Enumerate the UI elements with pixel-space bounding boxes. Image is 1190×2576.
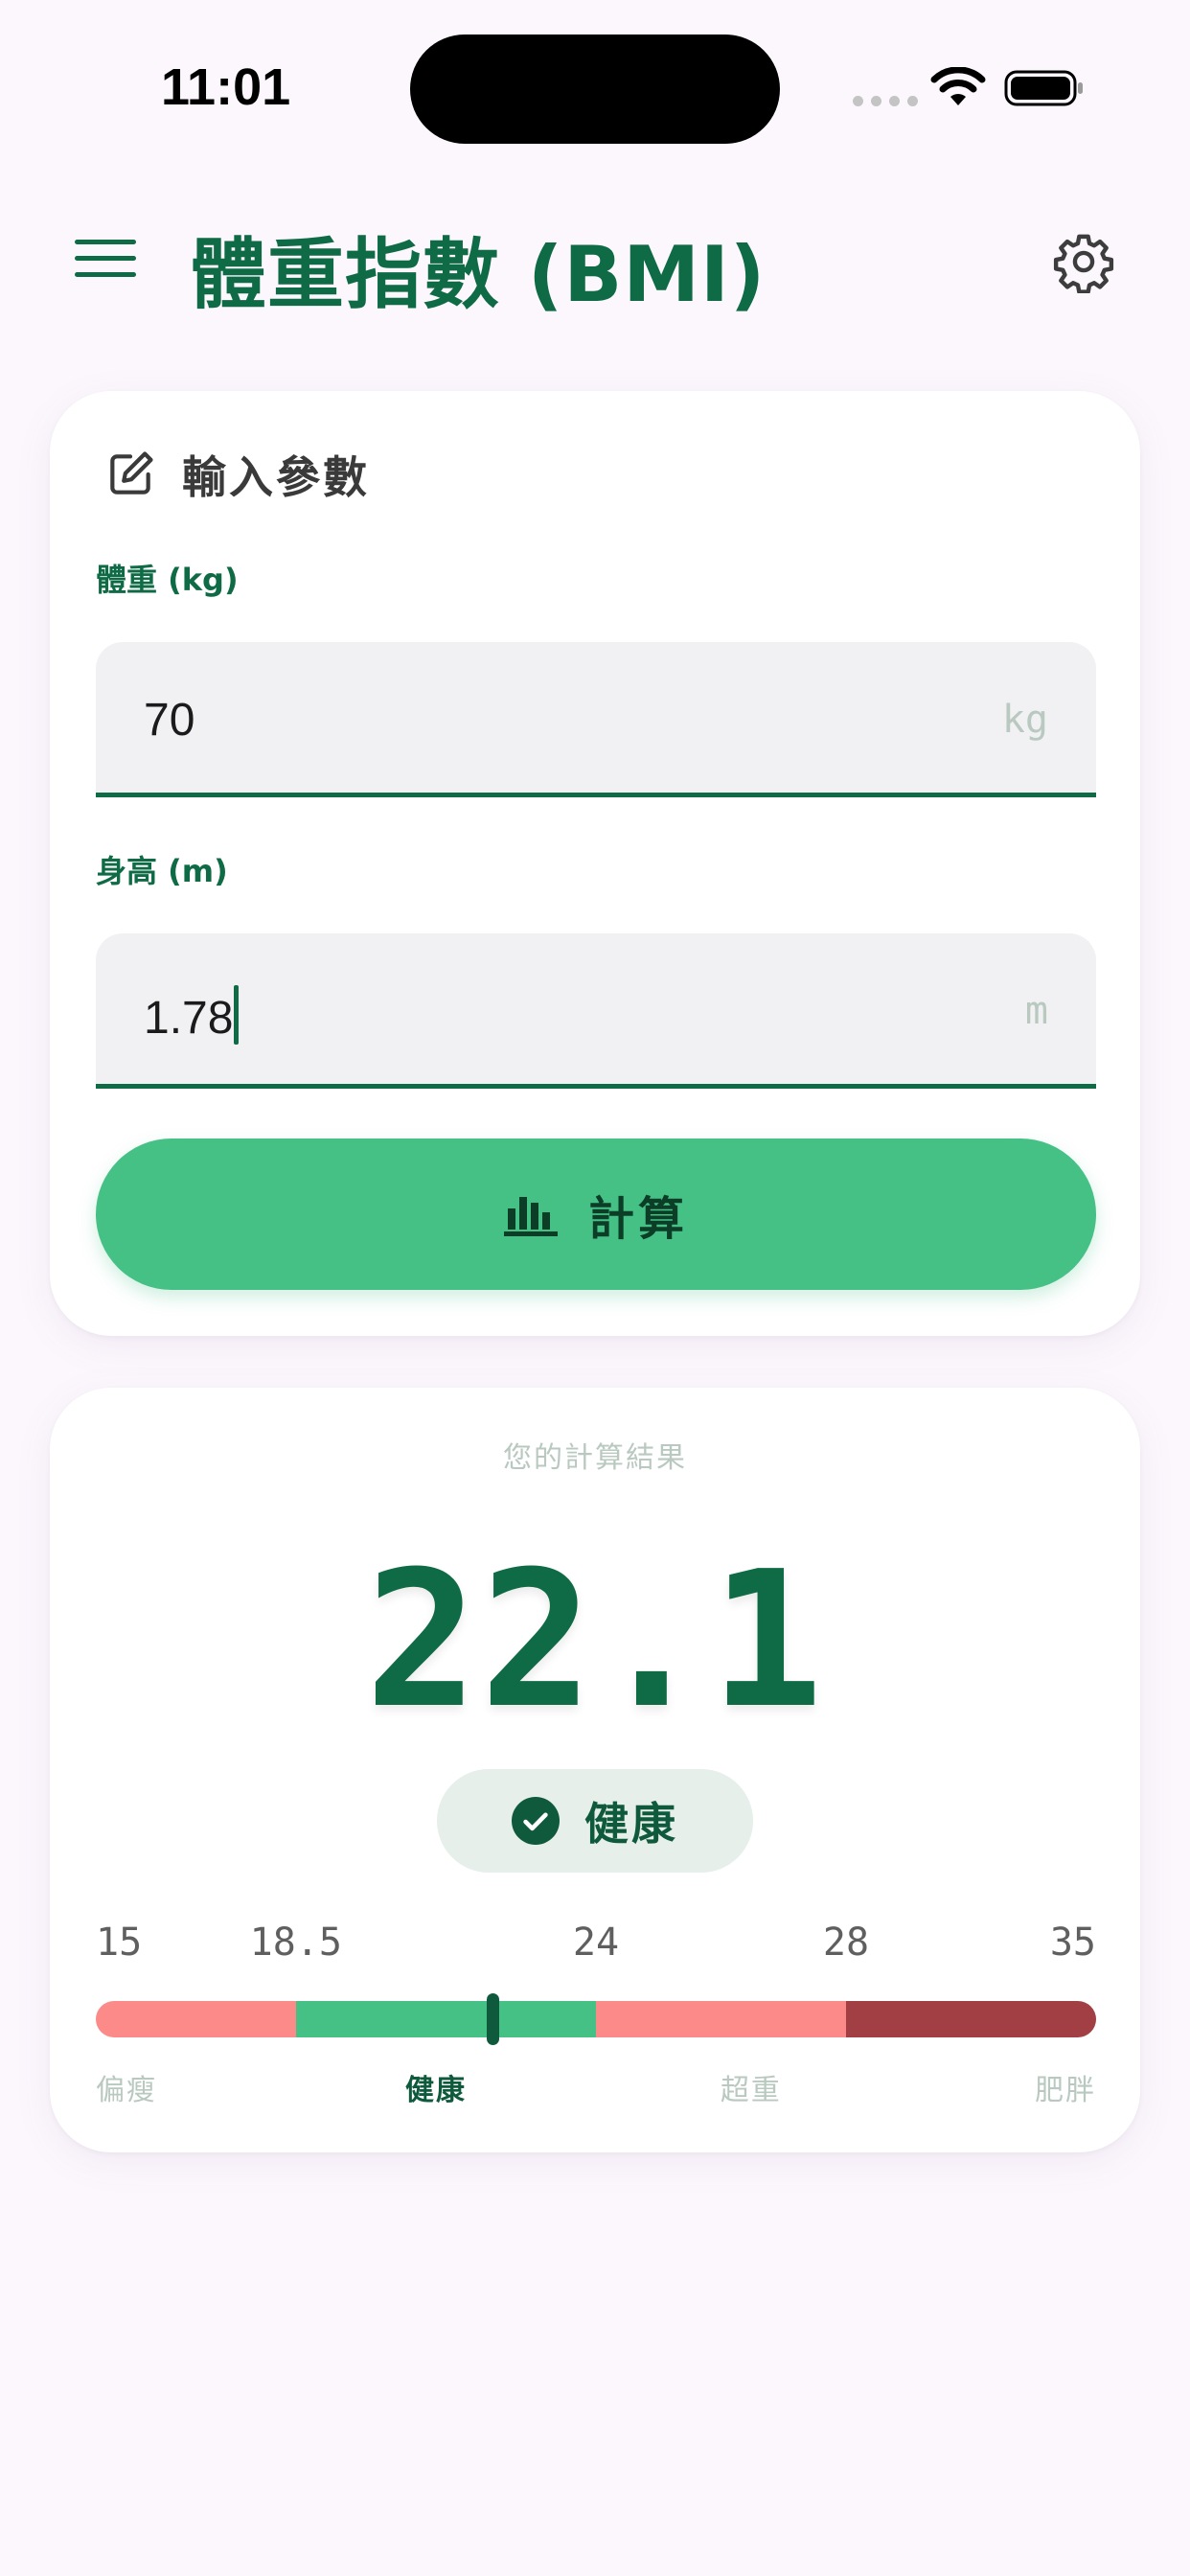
calculate-button[interactable]: 計算: [96, 1138, 1096, 1290]
scale-segment-2: [295, 2001, 596, 2037]
scale-tick-label: 24: [572, 1920, 620, 1965]
edit-icon: [110, 451, 153, 494]
height-input[interactable]: 1.78 m: [96, 933, 1096, 1089]
height-unit: m: [1024, 989, 1048, 1033]
height-value-wrap: 1.78: [144, 985, 240, 1045]
scale-category-labels: 偏瘦 健康 超重 肥胖: [96, 2066, 1096, 2107]
text-caret: [234, 985, 240, 1045]
scale-tick-label: 35: [1049, 1920, 1096, 1965]
input-card-title: 輸入參數: [182, 451, 370, 503]
scale-tick-label: 15: [96, 1920, 143, 1965]
weight-value: 70: [144, 695, 195, 746]
check-circle-icon: [512, 1797, 560, 1845]
scale-segment-3: [595, 2001, 846, 2037]
scale-tick-label: 28: [822, 1920, 870, 1965]
status-bar: 11:01: [0, 0, 1190, 182]
page-title: 體重指數 (BMI): [190, 230, 767, 319]
scale-category-label: 肥胖: [1035, 2074, 1096, 2107]
scale-category-label: 超重: [720, 2074, 782, 2107]
scale-segment-4: [845, 2001, 1096, 2037]
settings-gear-icon[interactable]: [1052, 230, 1115, 293]
scale-tick-labels: 15 18.5 24 28 35: [96, 1920, 1096, 1968]
status-time: 11:01: [161, 58, 291, 116]
bmi-scale-bar: [96, 2001, 1096, 2037]
status-label: 健康: [584, 1798, 678, 1850]
result-card: 您的計算結果 22.1 健康 15 18.5 24 28 35 偏瘦 健康 超重 肥胖: [50, 1388, 1140, 2152]
bar-chart-icon: [503, 1197, 558, 1236]
menu-icon[interactable]: [75, 240, 136, 278]
scale-category-label: 偏瘦: [96, 2074, 157, 2107]
battery-icon: [1004, 70, 1083, 106]
bmi-marker: [486, 1993, 499, 2045]
weight-input[interactable]: 70 kg: [96, 642, 1096, 797]
input-card-header: 輸入參數: [103, 443, 370, 506]
weight-unit: kg: [1001, 698, 1048, 742]
wifi-icon: [930, 67, 986, 105]
dynamic-island: [410, 34, 780, 144]
scale-category-label: 健康: [404, 2074, 467, 2107]
cellular-signal-icon: [853, 96, 918, 106]
scale-segment-1: [96, 2001, 296, 2037]
height-value: 1.78: [144, 993, 234, 1044]
scale-tick-label: 18.5: [249, 1920, 342, 1965]
calculate-label: 計算: [587, 1192, 688, 1246]
bmi-value: 22.1: [364, 1531, 825, 1750]
height-label: 身高 (m): [96, 853, 228, 889]
weight-label: 體重 (kg): [96, 562, 239, 598]
result-caption: 您的計算結果: [503, 1441, 687, 1475]
input-card: 輸入參數 體重 (kg) 70 kg 身高 (m) 1.78 m 計算: [50, 391, 1140, 1336]
status-badge: 健康: [437, 1769, 753, 1873]
